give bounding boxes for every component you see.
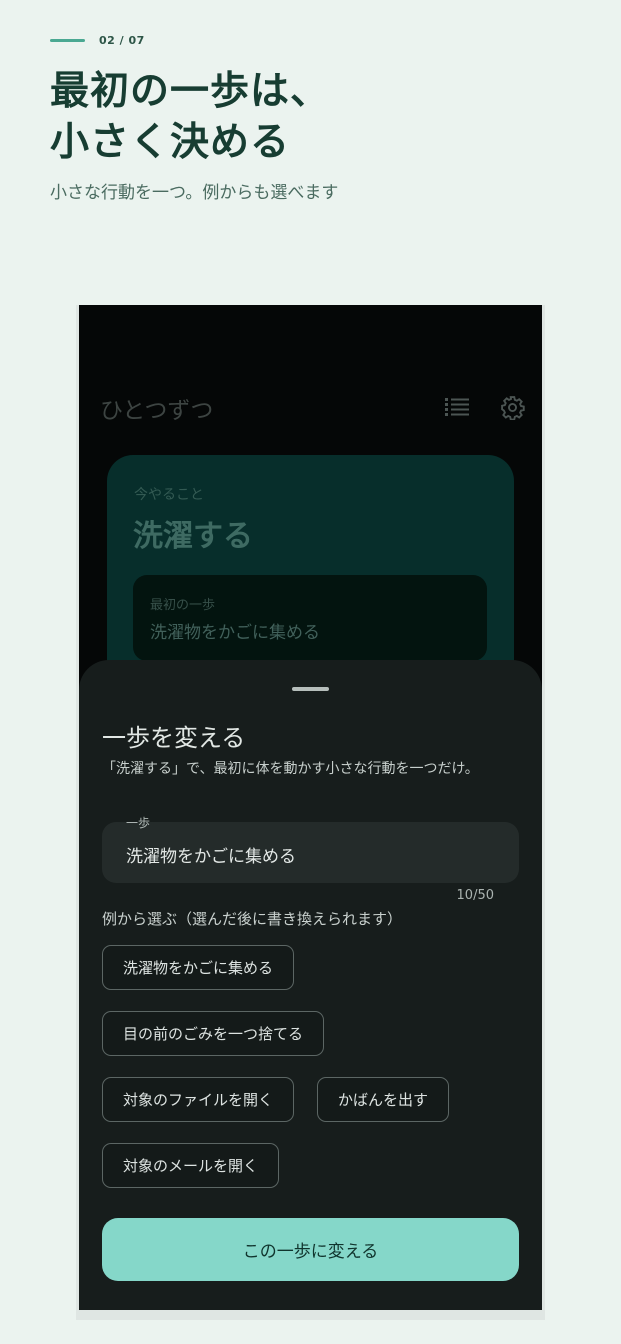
example-chip[interactable]: 対象のメールを開く: [102, 1143, 280, 1188]
sheet-drag-handle[interactable]: [292, 687, 329, 691]
step-input-field[interactable]: 一歩 洗濯物をかごに集める: [102, 816, 519, 883]
example-chip[interactable]: 対象のファイルを開く: [102, 1077, 295, 1122]
current-task-name: 洗濯する: [133, 519, 253, 554]
step-accent-line: [50, 39, 85, 42]
confirm-step-button[interactable]: この一歩に変える: [102, 1218, 519, 1281]
current-task-label: 今やること: [134, 487, 204, 503]
examples-heading: 例から選ぶ（選んだ後に書き換えられます）: [102, 910, 403, 928]
list-icon[interactable]: [445, 397, 469, 417]
sheet-title: 一歩を変える: [102, 724, 246, 752]
gear-icon[interactable]: [500, 395, 525, 420]
hero-subtitle: 小さな行動を一つ。例からも選べます: [50, 183, 339, 203]
example-chip[interactable]: かばんを出す: [317, 1077, 450, 1122]
sheet-description: 「洗濯する」で、最初に体を動かす小さな行動を一つだけ。: [102, 761, 479, 777]
example-chip[interactable]: 洗濯物をかごに集める: [102, 945, 295, 990]
character-counter: 10/50: [456, 888, 494, 903]
app-title: ひとつずつ: [100, 398, 214, 424]
first-step-label: 最初の一歩: [150, 598, 216, 613]
phone-screen: ひとつずつ 今やること 洗濯する 最初の一歩 洗濯物をかごに集める 一歩を変える…: [79, 305, 542, 1310]
first-step-box: 最初の一歩 洗濯物をかごに集める: [133, 575, 487, 661]
onboarding-step-indicator: 02 / 07: [50, 34, 145, 47]
edit-step-bottom-sheet: 一歩を変える 「洗濯する」で、最初に体を動かす小さな行動を一つだけ。 一歩 洗濯…: [79, 660, 542, 1310]
step-input-value[interactable]: 洗濯物をかごに集める: [126, 842, 296, 867]
hero-title: 最初の一歩は、 小さく決める: [50, 69, 331, 165]
example-chip[interactable]: 目の前のごみを一つ捨てる: [102, 1011, 325, 1056]
first-step-text: 洗濯物をかごに集める: [150, 623, 320, 643]
step-input-label: 一歩: [126, 816, 151, 830]
step-counter: 02 / 07: [99, 34, 145, 47]
